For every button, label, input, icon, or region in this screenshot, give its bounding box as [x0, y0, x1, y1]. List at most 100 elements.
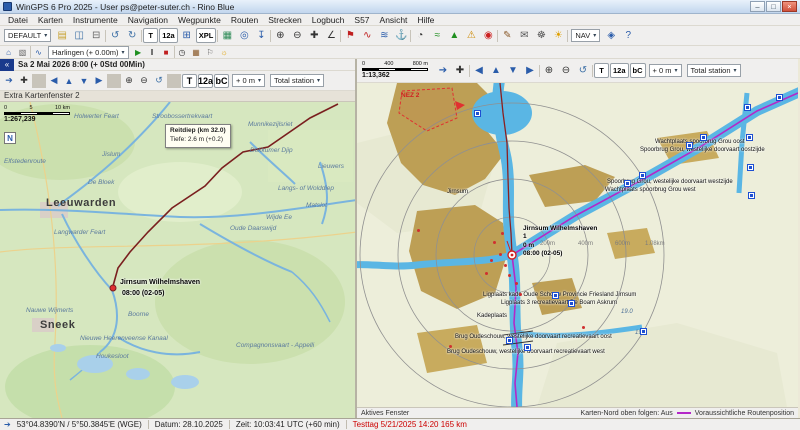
track-icon[interactable]: ≋ — [376, 28, 392, 43]
depth-toggle-button[interactable]: 12a — [198, 74, 213, 88]
separator[interactable] — [497, 30, 498, 42]
maximize-button[interactable]: □ — [766, 1, 781, 12]
depth-offset-dropdown[interactable]: + 0 m — [232, 74, 265, 87]
zoom-out-icon[interactable]: ⊖ — [289, 28, 305, 43]
profile-dropdown[interactable]: DEFAULT — [4, 29, 51, 42]
menu-item[interactable]: Logbuch — [307, 15, 350, 25]
separator[interactable] — [270, 30, 271, 42]
menu-item[interactable]: Navigation — [123, 15, 173, 25]
close-button[interactable]: × — [782, 1, 797, 12]
grid-icon[interactable]: ⊞ — [179, 28, 195, 43]
menu-item[interactable]: S57 — [349, 15, 374, 25]
pan-icon[interactable]: ✚ — [306, 28, 322, 43]
text-toggle-button[interactable]: T — [594, 63, 609, 78]
separator[interactable] — [567, 30, 568, 42]
instruments-icon[interactable]: ◔ — [412, 28, 428, 43]
separator[interactable] — [469, 65, 470, 77]
undo-icon[interactable]: ↺ — [107, 28, 123, 43]
redo-icon[interactable]: ↻ — [124, 28, 140, 43]
pan-down-button[interactable]: ▼ — [77, 74, 91, 88]
menu-item[interactable]: Karten — [33, 15, 68, 25]
xpl-button[interactable]: XPL — [196, 28, 217, 43]
zoom-in-button[interactable]: ⊕ — [122, 74, 136, 88]
depth-labels-button[interactable]: 12a — [159, 28, 178, 43]
zoom-out-button[interactable]: ⊖ — [558, 63, 574, 78]
menu-item[interactable]: Strecken — [263, 15, 307, 25]
pan-left-button[interactable]: ◀ — [471, 63, 487, 78]
depth-toggle-button[interactable]: 12a — [610, 63, 629, 78]
daynight-icon[interactable]: ☀ — [550, 28, 566, 43]
logbook-icon[interactable]: ✎ — [499, 28, 515, 43]
zoom-in-icon[interactable]: ⊕ — [272, 28, 288, 43]
flag-icon[interactable]: ⚐ — [204, 47, 217, 58]
pan-up-button[interactable]: ▲ — [488, 63, 504, 78]
minimize-button[interactable]: – — [750, 1, 765, 12]
play-icon[interactable]: ▶ — [132, 47, 145, 58]
separator[interactable] — [539, 65, 540, 77]
anchor-icon[interactable]: ⚓ — [393, 28, 409, 43]
tide-reference-dropdown[interactable]: Total station — [270, 74, 324, 87]
calendar-icon[interactable]: ▦ — [190, 47, 203, 58]
zoom-out-button[interactable]: ⊖ — [137, 74, 151, 88]
ais-icon[interactable]: ▲ — [446, 28, 462, 43]
save-icon[interactable]: ◫ — [71, 28, 87, 43]
text-toggle-button[interactable]: T — [182, 74, 197, 88]
center-map-button[interactable]: ✚ — [452, 63, 468, 78]
separator[interactable] — [217, 30, 218, 42]
tide-reference-dropdown[interactable]: Total station — [687, 64, 741, 77]
pan-right-button[interactable]: ▶ — [522, 63, 538, 78]
center-map-button[interactable]: ✚ — [17, 74, 31, 88]
menu-item[interactable]: Hilfe — [412, 15, 439, 25]
menu-item[interactable]: Ansicht — [375, 15, 413, 25]
stop-icon[interactable]: ■ — [160, 47, 173, 58]
previous-view-button[interactable]: ↺ — [152, 74, 166, 88]
colors-toggle-button[interactable]: bC — [214, 74, 229, 88]
help-icon[interactable]: ? — [620, 28, 636, 43]
open-icon[interactable]: ▤ — [54, 28, 70, 43]
pan-right-button[interactable]: ▶ — [92, 74, 106, 88]
tide-icon[interactable]: ∿ — [32, 47, 45, 58]
world-icon[interactable]: ◎ — [236, 28, 252, 43]
nav-dropdown[interactable]: NAV — [571, 29, 600, 42]
separator[interactable] — [167, 74, 181, 88]
alarm-icon[interactable]: ⚠ — [463, 28, 479, 43]
separator[interactable] — [32, 74, 46, 88]
separator[interactable] — [592, 65, 593, 77]
measure-icon[interactable]: ∠ — [323, 28, 339, 43]
mob-icon[interactable]: ◉ — [480, 28, 496, 43]
main-map-canvas[interactable]: 200m400m600m1.08km JirnsumWachtplaats sp… — [357, 83, 798, 407]
titlebar[interactable]: WinGPS 6 Pro 2025 - User ps@peter-suter.… — [0, 0, 800, 14]
tide-station-dropdown[interactable]: Harlingen (+ 0.00m) — [48, 46, 129, 59]
settings-icon[interactable]: ☸ — [533, 28, 549, 43]
waypoint-icon[interactable]: ⚑ — [342, 28, 358, 43]
follow-ship-button[interactable]: ➔ — [2, 74, 16, 88]
separator[interactable] — [174, 46, 175, 58]
separator[interactable] — [30, 46, 31, 58]
mail-icon[interactable]: ✉ — [516, 28, 532, 43]
sun-icon[interactable]: ☼ — [218, 47, 231, 58]
menu-item[interactable]: Instrumente — [68, 15, 123, 25]
separator[interactable] — [141, 30, 142, 42]
time-rewind-button[interactable]: « — [0, 59, 14, 71]
separator[interactable] — [105, 30, 106, 42]
wind-icon[interactable]: ≈ — [429, 28, 445, 43]
compass-icon[interactable]: ◈ — [603, 28, 619, 43]
route-icon[interactable]: ∿ — [359, 28, 375, 43]
chart-download-icon[interactable]: ↧ — [253, 28, 269, 43]
separator[interactable] — [107, 74, 121, 88]
menu-item[interactable]: Routen — [226, 15, 263, 25]
pan-left-button[interactable]: ◀ — [47, 74, 61, 88]
menu-item[interactable]: Wegpunkte — [173, 15, 226, 25]
pan-up-button[interactable]: ▲ — [62, 74, 76, 88]
print-icon[interactable]: ⊟ — [88, 28, 104, 43]
separator[interactable] — [410, 30, 411, 42]
separator[interactable] — [340, 30, 341, 42]
layers-icon[interactable]: ▧ — [16, 47, 29, 58]
left-map-canvas[interactable]: 0510 km 1:267,239 N Holwerter FeartStroo… — [0, 102, 355, 418]
charts-icon[interactable]: ▦ — [219, 28, 235, 43]
zoom-in-button[interactable]: ⊕ — [541, 63, 557, 78]
pause-icon[interactable]: ‖ — [146, 47, 159, 58]
pan-down-button[interactable]: ▼ — [505, 63, 521, 78]
text-labels-button[interactable]: T — [143, 28, 158, 43]
depth-offset-dropdown[interactable]: + 0 m — [649, 64, 682, 77]
